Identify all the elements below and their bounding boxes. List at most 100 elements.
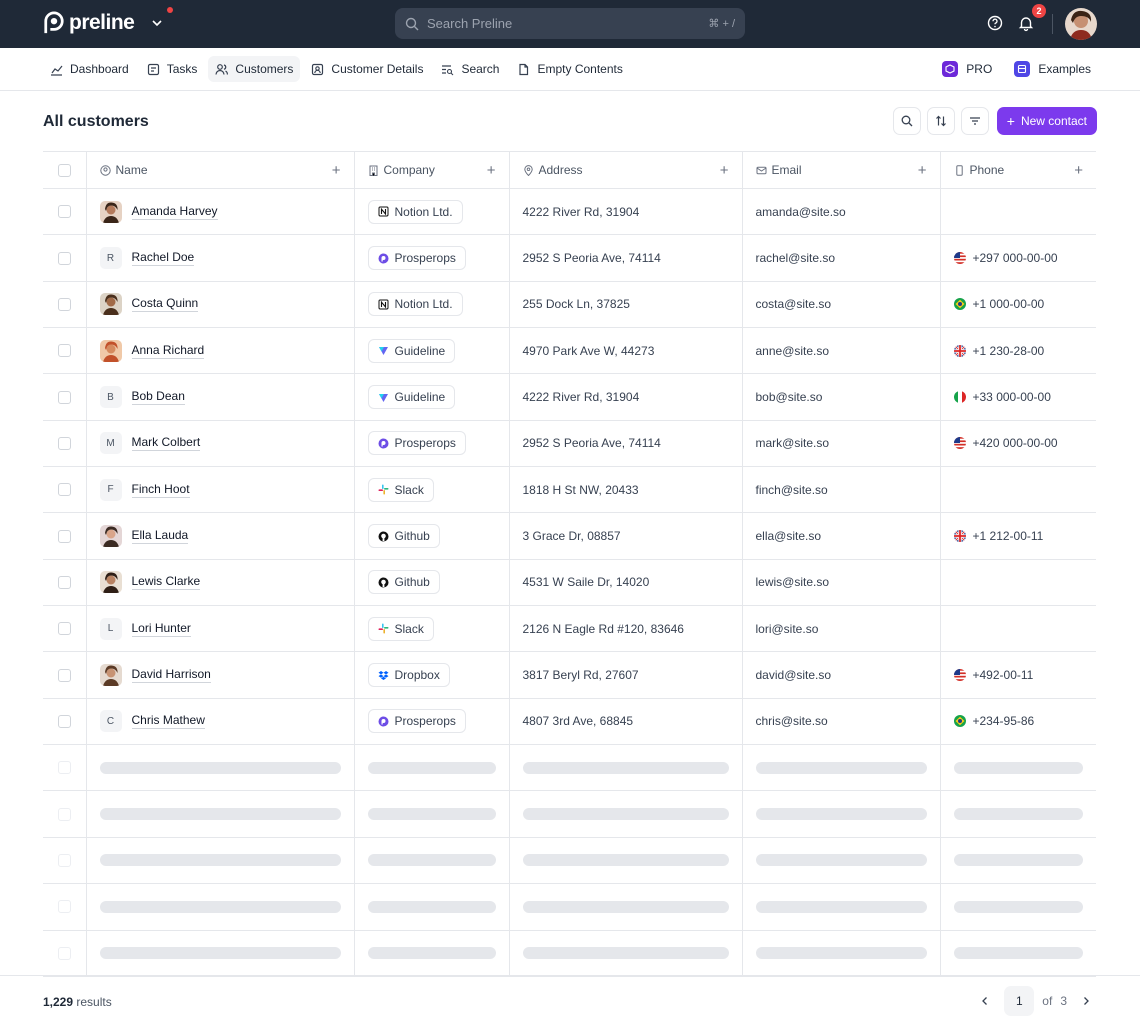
help-icon[interactable] — [986, 14, 1004, 32]
email-cell: mark@site.so — [742, 420, 941, 468]
customer-name-link[interactable]: Finch Hoot — [131, 482, 190, 498]
customer-name-link[interactable]: Anna Richard — [131, 343, 205, 359]
file-icon — [519, 63, 529, 75]
table-row[interactable]: Lewis Clarke Github 4531 W Saile Dr, 14020… — [43, 559, 1096, 607]
customer-name-link[interactable]: David Harrison — [131, 667, 211, 684]
customer-name-link[interactable]: Ella Lauda — [131, 528, 189, 545]
company-name: Guideline — [394, 390, 446, 405]
row-checkbox[interactable] — [57, 436, 71, 450]
table-row[interactable]: Anna Richard Guideline 4970 Park Ave W, 44… — [43, 327, 1096, 375]
company-chip[interactable]: Guideline — [367, 385, 456, 410]
row-checkbox[interactable] — [57, 575, 71, 589]
users-icon — [215, 63, 229, 75]
row-checkbox[interactable] — [57, 714, 71, 728]
chevron-down-icon[interactable] — [150, 16, 164, 30]
table-search-button[interactable] — [892, 107, 921, 135]
column-header-phone[interactable]: Phone + — [940, 151, 1096, 189]
avatar: B — [99, 386, 122, 409]
nav-item-search[interactable]: Search — [434, 56, 506, 82]
row-checkbox[interactable] — [57, 622, 71, 636]
table-row[interactable]: L Lori Hunter Slack 2126 N Eagle Rd #120, 8… — [43, 605, 1096, 653]
customer-name-link[interactable]: Lewis Clarke — [131, 574, 201, 591]
column-header-name[interactable]: Name + — [86, 151, 355, 189]
add-column-button[interactable]: + — [487, 163, 496, 178]
row-checkbox[interactable] — [57, 390, 71, 404]
customer-name-link[interactable]: Mark Colbert — [131, 435, 201, 452]
table-row[interactable]: M Mark Colbert Prosperops 2952 S Peoria Ave… — [43, 420, 1096, 468]
avatar: M — [99, 432, 122, 455]
row-checkbox[interactable] — [57, 297, 71, 311]
table-row[interactable]: Costa Quinn Notion Ltd. 255 Dock Ln, 37825… — [43, 281, 1096, 329]
phone-cell: +234-95-86 — [940, 698, 1096, 746]
add-column-button[interactable]: + — [1074, 163, 1083, 178]
address-cell: 4807 3rd Ave, 68845 — [509, 698, 743, 746]
sort-button[interactable] — [926, 107, 955, 135]
notion-icon — [378, 206, 389, 217]
customer-name-link[interactable]: Costa Quinn — [131, 296, 199, 313]
phone-text: +1 000-00-00 — [972, 297, 1045, 312]
row-checkbox[interactable] — [57, 483, 71, 497]
nav-item-dashboard[interactable]: Dashboard — [43, 56, 136, 82]
skeleton-row — [43, 744, 1096, 792]
current-page[interactable]: 1 — [1004, 986, 1035, 1016]
company-chip[interactable]: Slack — [367, 616, 434, 641]
nav-item-customers[interactable]: Customers — [208, 56, 301, 82]
company-chip[interactable]: Prosperops — [367, 431, 466, 456]
company-name: Slack — [394, 621, 424, 636]
previous-page-button[interactable] — [974, 986, 996, 1016]
table-row[interactable]: C Chris Mathew Prosperops 4807 3rd Ave, 688… — [43, 698, 1096, 746]
customer-name-link[interactable]: Bob Dean — [131, 389, 185, 406]
address-cell: 2126 N Eagle Rd #120, 83646 — [509, 605, 743, 653]
company-chip[interactable]: Prosperops — [367, 246, 466, 271]
next-page-button[interactable] — [1075, 986, 1097, 1016]
column-header-address[interactable]: Address + — [509, 151, 743, 189]
new-contact-button[interactable]: + New contact — [996, 107, 1097, 135]
examples-link[interactable]: Examples — [1008, 56, 1097, 82]
search-input[interactable] — [427, 16, 701, 31]
company-chip[interactable]: Notion Ltd. — [367, 199, 463, 224]
customer-name-link[interactable]: Lori Hunter — [131, 621, 191, 637]
customer-name-link[interactable]: Rachel Doe — [131, 250, 195, 267]
company-name: Guideline — [394, 343, 446, 358]
row-checkbox[interactable] — [57, 205, 71, 219]
company-chip[interactable]: Slack — [367, 477, 434, 502]
row-checkbox[interactable] — [57, 668, 71, 682]
company-chip[interactable]: Dropbox — [367, 663, 450, 688]
company-chip[interactable]: Github — [367, 524, 440, 549]
table-row[interactable]: F Finch Hoot Slack 1818 H St NW, 20433 finch… — [43, 466, 1096, 514]
company-chip[interactable]: Guideline — [367, 338, 456, 363]
table-row[interactable]: R Rachel Doe Prosperops 2952 S Peoria Ave, … — [43, 234, 1096, 282]
user-avatar[interactable] — [1065, 8, 1097, 40]
nav-item-tasks[interactable]: Tasks — [140, 56, 205, 82]
add-column-button[interactable]: + — [332, 163, 341, 178]
table-row[interactable]: David Harrison Dropbox 3817 Beryl Rd, 2760… — [43, 651, 1096, 699]
nav-item-empty-contents[interactable]: Empty Contents — [510, 56, 629, 82]
column-header-email[interactable]: Email + — [742, 151, 941, 189]
row-checkbox[interactable] — [57, 344, 71, 358]
row-checkbox[interactable] — [57, 251, 71, 265]
select-all-checkbox[interactable] — [57, 163, 71, 177]
add-column-button[interactable]: + — [918, 163, 927, 178]
filter-button[interactable] — [960, 107, 989, 135]
pro-link[interactable]: PRO — [936, 56, 998, 82]
bell-icon[interactable] — [1017, 14, 1035, 32]
nav-item-customer-details[interactable]: Customer Details — [304, 56, 430, 82]
row-checkbox[interactable] — [57, 529, 71, 543]
customer-name-link[interactable]: Chris Mathew — [131, 713, 205, 730]
phone-text: +420 000-00-00 — [972, 436, 1058, 451]
table-row[interactable]: B Bob Dean Guideline 4222 River Rd, 31904 bo… — [43, 373, 1096, 421]
global-search[interactable]: ⌘ + / — [395, 8, 745, 39]
address-cell: 4531 W Saile Dr, 14020 — [509, 559, 743, 607]
customer-name-link[interactable]: Amanda Harvey — [131, 204, 218, 220]
email-cell: amanda@site.so — [742, 188, 941, 236]
table-row[interactable]: Ella Lauda Github 3 Grace Dr, 08857 ella@si… — [43, 512, 1096, 560]
column-label: Address — [538, 163, 583, 177]
brand-logo[interactable]: preline — [43, 11, 135, 35]
add-column-button[interactable]: + — [720, 163, 729, 178]
company-chip[interactable]: Notion Ltd. — [367, 292, 463, 317]
user-card-icon — [312, 63, 324, 75]
company-chip[interactable]: Github — [367, 570, 440, 595]
company-chip[interactable]: Prosperops — [367, 709, 466, 734]
column-header-company[interactable]: Company + — [354, 151, 510, 189]
table-row[interactable]: Amanda Harvey Notion Ltd. 4222 River Rd, 3… — [43, 188, 1096, 236]
